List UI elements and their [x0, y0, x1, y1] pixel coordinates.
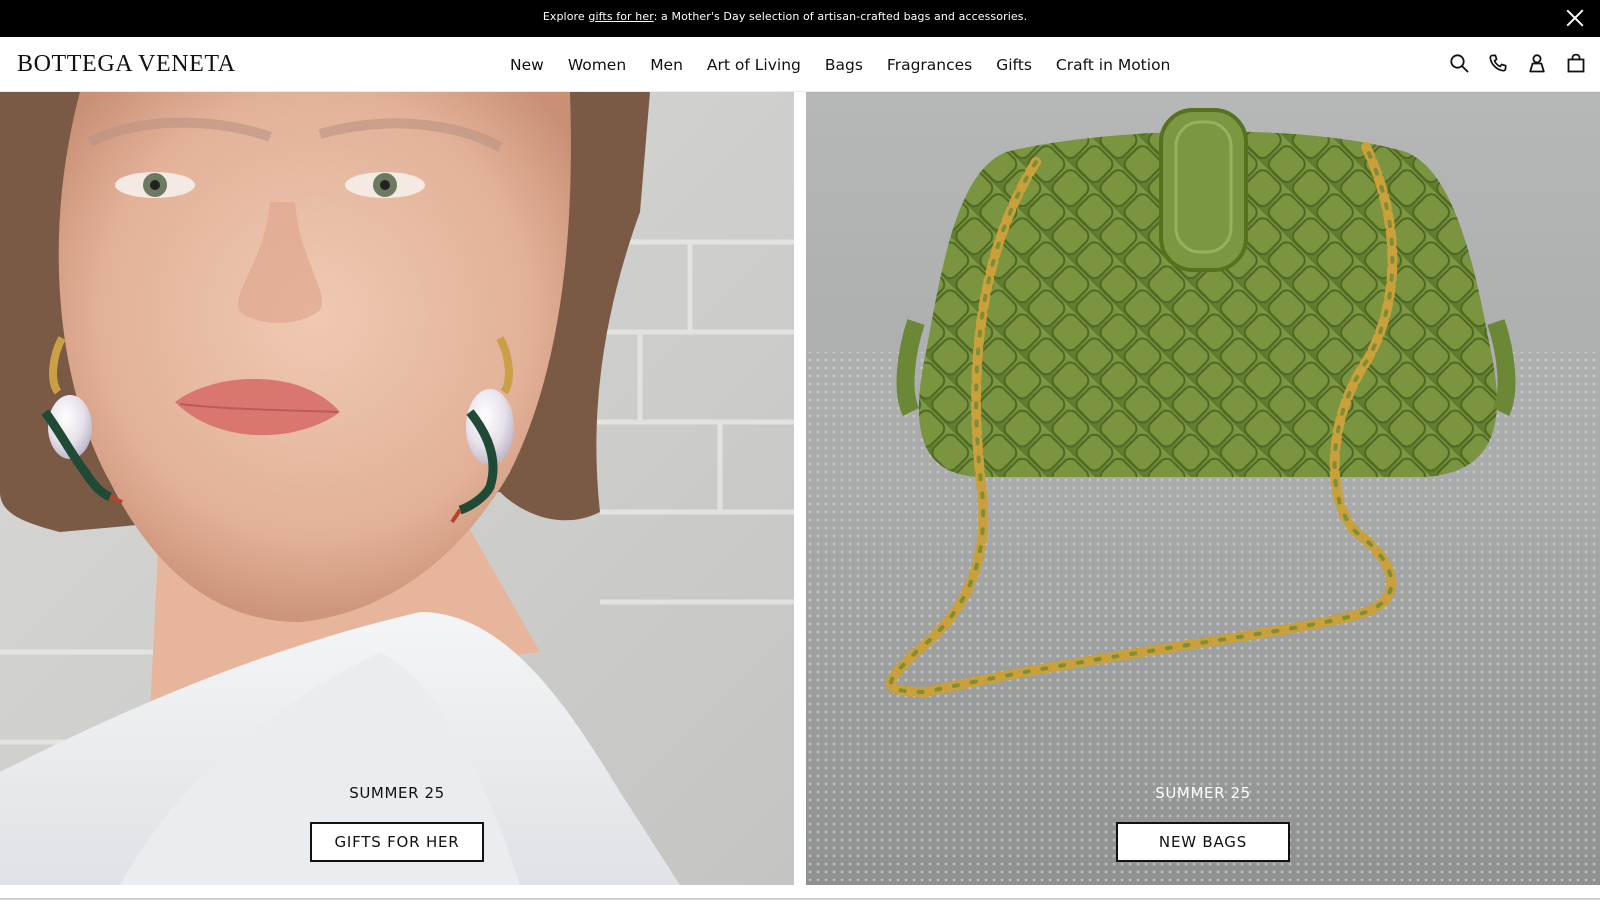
announcement-prefix: Explore — [542, 10, 589, 23]
announcement-suffix: : a Mother's Day selection of artisan-cr… — [653, 10, 1028, 23]
announcement-text: Explore gifts for her: a Mother's Day se… — [0, 0, 1570, 33]
hero-right: SUMMER 25 NEW BAGS — [806, 92, 1600, 885]
main-nav: New Women Men Art of Living Bags Fragran… — [510, 37, 1170, 92]
new-bags-button[interactable]: NEW BAGS — [1116, 822, 1290, 862]
hero-left-image[interactable] — [0, 92, 794, 885]
site-header: BOTTEGA VENETA New Women Men Art of Livi… — [0, 37, 1600, 92]
announcement-bar: Explore gifts for her: a Mother's Day se… — [0, 0, 1600, 37]
nav-item-bags[interactable]: Bags — [825, 56, 863, 74]
nav-item-art-of-living[interactable]: Art of Living — [707, 56, 801, 74]
gifts-for-her-link[interactable]: gifts for her — [588, 10, 653, 23]
nav-item-new[interactable]: New — [510, 56, 544, 74]
close-icon[interactable] — [1565, 8, 1585, 28]
shopping-bag-icon[interactable] — [1566, 52, 1586, 74]
brand-logo[interactable]: BOTTEGA VENETA — [17, 51, 236, 78]
hero-right-image[interactable] — [806, 92, 1600, 885]
header-icons — [1449, 52, 1586, 74]
account-icon[interactable] — [1527, 52, 1547, 74]
hero-left-subtitle: SUMMER 25 — [349, 784, 445, 802]
nav-item-fragrances[interactable]: Fragrances — [887, 56, 972, 74]
gifts-for-her-button[interactable]: GIFTS FOR HER — [310, 822, 484, 862]
hero-right-subtitle: SUMMER 25 — [1155, 784, 1251, 802]
nav-item-gifts[interactable]: Gifts — [996, 56, 1032, 74]
nav-item-craft-in-motion[interactable]: Craft in Motion — [1056, 56, 1171, 74]
nav-item-men[interactable]: Men — [650, 56, 683, 74]
hero-left: SUMMER 25 GIFTS FOR HER — [0, 92, 794, 885]
phone-icon[interactable] — [1488, 52, 1508, 74]
search-icon[interactable] — [1449, 52, 1469, 74]
nav-item-women[interactable]: Women — [568, 56, 626, 74]
